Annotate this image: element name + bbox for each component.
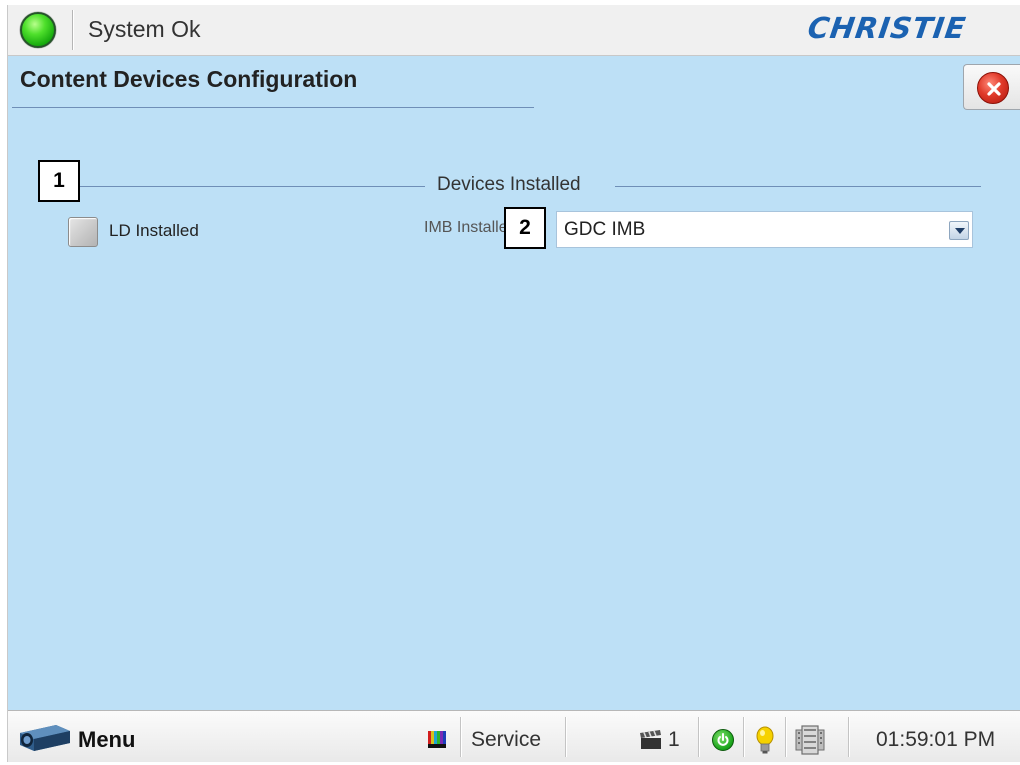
ld-installed-checkbox[interactable]	[68, 217, 98, 247]
power-icon[interactable]	[712, 729, 734, 751]
divider	[72, 10, 73, 50]
menu-label: Menu	[78, 727, 136, 752]
group-box-border	[615, 186, 981, 187]
divider	[785, 717, 786, 757]
close-button[interactable]	[963, 64, 1020, 110]
clapper-icon[interactable]	[639, 730, 663, 750]
status-indicator-icon[interactable]	[20, 12, 56, 48]
divider	[743, 717, 744, 757]
system-status-text[interactable]: System Ok	[88, 16, 200, 43]
film-reel-icon[interactable]	[792, 724, 828, 756]
service-button[interactable]: Service	[471, 728, 541, 752]
test-pattern-icon[interactable]	[428, 731, 446, 748]
divider	[848, 717, 849, 757]
divider	[565, 717, 566, 757]
imb-selected-value: GDC IMB	[564, 219, 646, 240]
top-status-bar: System Ok CHRISTIE	[8, 5, 1020, 56]
callout-badge-1: 1	[38, 160, 80, 202]
clapper-count: 1	[668, 728, 680, 751]
page-title: Content Devices Configuration	[20, 66, 358, 92]
content-panel: Content Devices Configuration Devices In…	[8, 56, 1020, 710]
group-box-border	[78, 186, 425, 187]
clock: 01:59:01 PM	[876, 728, 996, 751]
projector-icon	[20, 725, 70, 751]
imb-installed-dropdown[interactable]: GDC IMB	[556, 211, 973, 248]
imb-installed-label: IMB Installed	[424, 219, 506, 236]
dropdown-arrow-icon[interactable]	[949, 221, 969, 240]
ld-installed-label: LD Installed	[109, 221, 199, 240]
lamp-bulb-icon[interactable]	[755, 726, 775, 754]
title-divider	[12, 107, 534, 108]
group-title: Devices Installed	[437, 174, 581, 195]
callout-badge-2: 2	[504, 207, 546, 249]
divider	[698, 717, 699, 757]
bottom-taskbar: Menu Service 1 01:59:01 PM	[8, 710, 1020, 762]
app-window: System Ok CHRISTIE Content Devices Confi…	[7, 5, 1020, 762]
christie-logo: CHRISTIE	[805, 11, 969, 45]
divider	[460, 717, 461, 757]
close-icon	[977, 72, 1009, 104]
